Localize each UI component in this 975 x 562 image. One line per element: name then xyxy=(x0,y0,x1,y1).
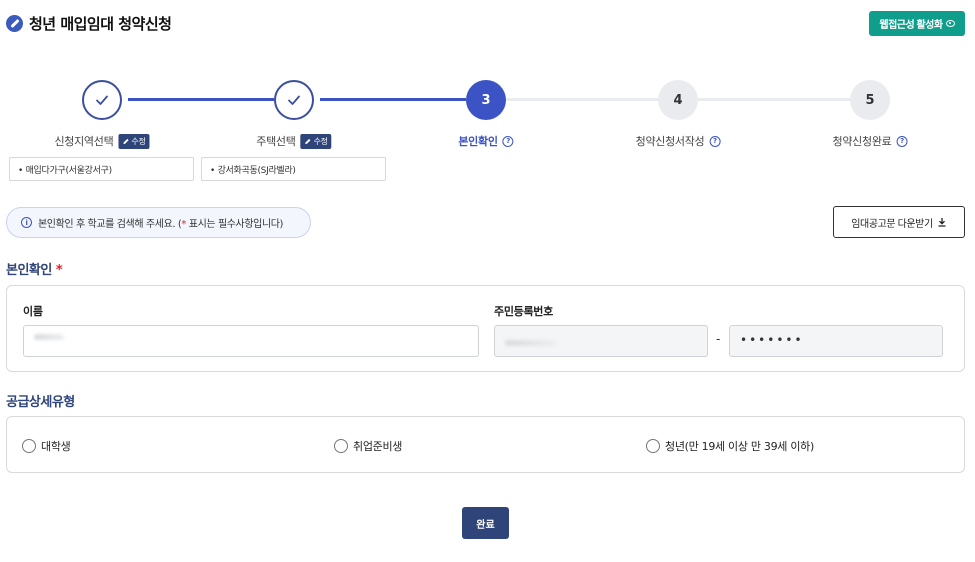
step-3-label: 본인확인 ? xyxy=(458,133,514,149)
step-3-circle: 3 xyxy=(466,80,506,120)
notice-text: 본인확인 후 학교를 검색해 주세요. (* 표시는 필수사항입니다) xyxy=(38,215,283,230)
identity-section-title: 본인확인 * xyxy=(6,259,63,278)
step-1-edit-button[interactable]: 수정 xyxy=(118,133,150,149)
notice-text-part: 표시는 필수사항입니다) xyxy=(185,219,284,230)
page-header: 청년 매입임대 청약신청 xyxy=(6,13,172,34)
accessibility-toggle-button[interactable]: 웹접근성 활성화 xyxy=(869,11,965,36)
step-4-text: 청약신청서작성 xyxy=(635,135,705,148)
help-icon[interactable]: ? xyxy=(896,135,908,147)
check-icon xyxy=(96,95,108,105)
help-icon[interactable]: ? xyxy=(709,135,721,147)
step-5-circle: 5 xyxy=(850,80,890,120)
radio-label: 대학생 xyxy=(41,440,71,453)
radio-circle[interactable] xyxy=(334,439,348,453)
pencil-icon xyxy=(123,138,129,144)
required-asterisk: * xyxy=(55,263,63,278)
step-4-label: 청약신청서작성 ? xyxy=(636,133,721,149)
step-2-label: 주택선택 수정 xyxy=(256,133,332,149)
logo-icon xyxy=(6,15,23,32)
selected-region: • 매입다가구(서울강서구) xyxy=(9,157,194,181)
redacted-name xyxy=(34,334,64,340)
radio-circle[interactable] xyxy=(646,439,660,453)
step-5-text: 청약신청완료 xyxy=(832,135,892,148)
identity-section-text: 본인확인 xyxy=(6,263,52,278)
radio-youth[interactable]: 청년(만 19세 이상 만 39세 이하) xyxy=(646,438,814,454)
radio-circle[interactable] xyxy=(22,439,36,453)
eye-icon xyxy=(945,20,955,27)
rrn-back-input[interactable]: ••••••• xyxy=(729,325,943,357)
step-connector-1 xyxy=(128,98,274,101)
notice-banner: i 본인확인 후 학교를 검색해 주세요. (* 표시는 필수사항입니다) xyxy=(6,207,311,238)
step-1-edit-label: 수정 xyxy=(131,136,146,146)
step-1-circle xyxy=(82,80,122,120)
download-notice-button[interactable]: 임대공고문 다운받기 xyxy=(833,206,965,238)
supply-type-section-title: 공급상세유형 xyxy=(6,395,75,410)
step-connector-4 xyxy=(698,98,850,101)
name-input[interactable] xyxy=(23,325,479,357)
radio-job-seeker[interactable]: 취업준비생 xyxy=(334,438,402,454)
step-2-circle xyxy=(274,80,314,120)
supply-type-card: 대학생 취업준비생 청년(만 19세 이상 만 39세 이하) xyxy=(6,416,965,473)
step-connector-3 xyxy=(506,98,658,101)
rrn-label: 주민등록번호 xyxy=(494,305,553,318)
complete-button[interactable]: 완료 xyxy=(462,507,509,539)
download-notice-label: 임대공고문 다운받기 xyxy=(851,218,933,230)
rrn-back-masked: ••••••• xyxy=(740,333,804,347)
radio-university-student[interactable]: 대학생 xyxy=(22,438,71,454)
check-icon xyxy=(288,95,300,105)
step-3-text: 본인확인 xyxy=(458,135,498,148)
help-icon[interactable]: ? xyxy=(502,135,514,147)
accessibility-toggle-label: 웹접근성 활성화 xyxy=(879,20,943,31)
step-1-label: 신청지역선택 수정 xyxy=(54,133,150,149)
info-icon: i xyxy=(21,217,32,228)
notice-text-part: 본인확인 후 학교를 검색해 주세요. ( xyxy=(38,219,182,230)
step-2-edit-label: 수정 xyxy=(313,136,328,146)
step-5-label: 청약신청완료 ? xyxy=(833,133,908,149)
step-4-circle: 4 xyxy=(658,80,698,120)
name-label: 이름 xyxy=(23,305,43,318)
redacted-rrn-front xyxy=(505,340,557,346)
step-2-edit-button[interactable]: 수정 xyxy=(300,133,332,149)
step-1-text: 신청지역선택 xyxy=(54,135,114,148)
rrn-front-input[interactable] xyxy=(494,325,708,357)
identity-card: 이름 주민등록번호 - ••••••• xyxy=(6,285,965,372)
download-icon xyxy=(938,218,946,227)
step-connector-2 xyxy=(320,98,466,101)
pencil-icon xyxy=(305,138,311,144)
radio-label: 취업준비생 xyxy=(353,440,403,453)
step-2-text: 주택선택 xyxy=(256,135,296,148)
page-title: 청년 매입임대 청약신청 xyxy=(29,15,172,33)
radio-label: 청년(만 19세 이상 만 39세 이하) xyxy=(665,440,814,453)
selected-house: • 강서화곡동(SJ라벨라) xyxy=(201,157,386,181)
rrn-separator: - xyxy=(716,332,721,346)
